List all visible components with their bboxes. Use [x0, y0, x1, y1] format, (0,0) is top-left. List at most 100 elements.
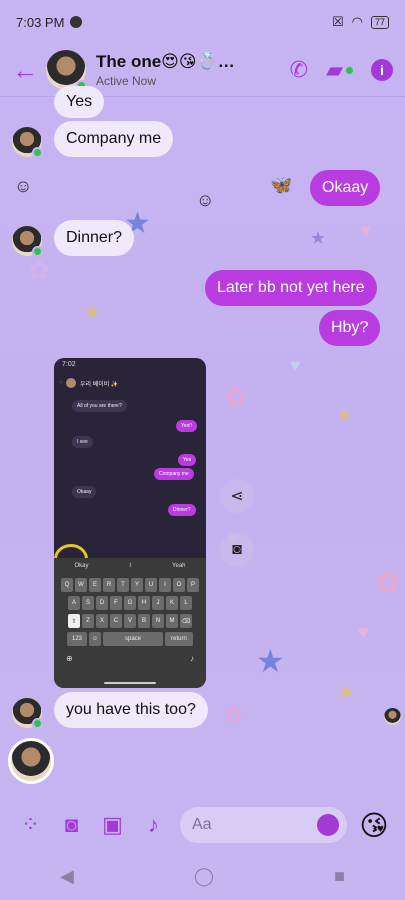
shared-screenshot-image[interactable]: 7:02 ‹ 우리 베이비 ✨ All of you are there? Ye…: [54, 358, 206, 688]
mini-message: All of you are there?: [72, 400, 127, 412]
contact-avatar[interactable]: [46, 50, 87, 91]
online-indicator: [32, 718, 43, 729]
star-sticker: ★: [310, 228, 327, 248]
chat-head-avatar[interactable]: [8, 738, 54, 784]
mini-key: W: [75, 578, 87, 592]
mini-key: I: [159, 578, 171, 592]
mini-key: E: [89, 578, 101, 592]
mini-key: U: [145, 578, 157, 592]
message-text: Company me: [66, 130, 162, 147]
message-bubble-incoming[interactable]: Company me: [54, 121, 174, 157]
active-status: Active Now: [96, 74, 157, 88]
smiley-sticker: ☺: [196, 190, 215, 210]
mini-key: J: [152, 596, 164, 610]
mini-key: X: [96, 614, 108, 628]
mini-backspace-key: ⌫: [180, 614, 192, 628]
mini-home-indicator: [104, 682, 156, 684]
gallery-icon[interactable]: ▣: [92, 812, 133, 838]
message-text: Yes: [66, 93, 93, 110]
status-time: 7:03 PM: [16, 14, 65, 30]
mini-key: G: [124, 596, 136, 610]
mini-dictation-icon: ♪: [190, 654, 194, 663]
back-arrow-icon[interactable]: ←: [12, 55, 46, 86]
mini-key-row-3: ⇧ Z X C V B N M ⌫: [54, 614, 206, 628]
camera-icon[interactable]: ◙: [220, 533, 254, 567]
back-nav-icon[interactable]: ◀: [60, 866, 74, 887]
message-bubble-incoming[interactable]: Dinner?: [54, 220, 135, 256]
camera-icon[interactable]: ◙: [51, 812, 92, 838]
sender-avatar[interactable]: [12, 226, 43, 257]
mini-key: C: [110, 614, 122, 628]
mini-key: K: [166, 596, 178, 610]
share-icon[interactable]: ⋖: [220, 479, 254, 513]
wifi-icon: ◠: [351, 14, 363, 29]
mini-key: Z: [82, 614, 94, 628]
mini-key: V: [124, 614, 136, 628]
mini-contact-name: 우리 베이비 ✨: [80, 381, 119, 388]
mini-key: T: [117, 578, 129, 592]
mini-key: R: [103, 578, 115, 592]
contact-info[interactable]: The one😍😘💍… Active Now: [96, 52, 272, 88]
star-sticker: ★: [256, 643, 285, 679]
message-bubble-outgoing[interactable]: Later bb not yet here: [205, 270, 377, 306]
mini-avatar: [66, 378, 76, 388]
mini-key-row-4: 123 ☺ space return: [54, 632, 206, 646]
mini-suggestion: I: [129, 563, 132, 569]
mini-key: P: [187, 578, 199, 592]
mini-message: Yes!!: [176, 420, 197, 432]
microphone-icon[interactable]: ♪: [133, 812, 174, 838]
mini-message: Company me: [154, 468, 194, 480]
emoji-picker-icon[interactable]: [317, 814, 339, 836]
contact-name: The one😍😘💍…: [96, 52, 235, 71]
message-bubble-outgoing[interactable]: Hby?: [319, 310, 381, 346]
battery-icon: 77: [370, 15, 389, 29]
apps-icon[interactable]: ⁘: [10, 812, 51, 838]
mini-suggestion: Okay: [74, 563, 89, 569]
sender-avatar[interactable]: [12, 698, 43, 729]
sender-avatar[interactable]: [12, 127, 43, 158]
mini-key: S: [82, 596, 94, 610]
message-bubble-incoming[interactable]: Yes: [54, 86, 105, 118]
message-text: Later bb not yet here: [217, 279, 365, 296]
online-indicator: [32, 147, 43, 158]
message-bubble-incoming[interactable]: you have this too?: [54, 692, 208, 728]
mini-key: L: [180, 596, 192, 610]
mini-space-key: space: [103, 632, 163, 646]
video-call-icon[interactable]: ▰: [326, 57, 353, 83]
mini-shift-key: ⇧: [68, 614, 80, 628]
message-input-placeholder: Aa: [192, 816, 212, 833]
mini-key: Y: [131, 578, 143, 592]
message-input[interactable]: Aa: [180, 807, 347, 843]
mini-globe-icon: ⊕: [66, 654, 73, 663]
phone-call-icon[interactable]: ✆: [290, 57, 308, 83]
heart-sticker: ♥: [360, 220, 371, 240]
mini-key: N: [152, 614, 164, 628]
home-nav-icon[interactable]: ◯: [194, 866, 214, 887]
message-text: Okaay: [322, 179, 369, 196]
quick-reaction-emoji-icon[interactable]: 😘: [353, 809, 395, 842]
flower-sticker: ✿: [224, 381, 248, 412]
mini-key: Q: [61, 578, 73, 592]
message-composer: ⁘ ◙ ▣ ♪ Aa 😘: [0, 800, 405, 850]
mini-key: A: [68, 596, 80, 610]
mini-key-row-1: Q W E R T Y U I O P: [54, 578, 206, 592]
mini-message: Dinner?: [168, 504, 196, 516]
star-sticker: ★: [336, 405, 353, 425]
mini-status-bar: 7:02: [54, 358, 206, 372]
butterfly-sticker: 🦋: [270, 175, 293, 195]
online-indicator: [32, 246, 43, 257]
recents-nav-icon[interactable]: ■: [334, 866, 345, 887]
message-text: Hby?: [331, 319, 369, 336]
heart-sticker: ♥: [290, 355, 301, 375]
mini-back-icon: ‹: [60, 380, 62, 386]
mini-time: 7:02: [62, 361, 76, 368]
message-bubble-outgoing[interactable]: Okaay: [310, 170, 381, 206]
mini-key: O: [173, 578, 185, 592]
message-text: you have this too?: [66, 701, 196, 718]
mini-key-row-2: A S D F G H J K L: [54, 596, 206, 610]
heart-sticker: ♥: [358, 622, 369, 642]
mini-key: D: [96, 596, 108, 610]
info-icon[interactable]: i: [371, 59, 393, 81]
mini-emoji-key: ☺: [89, 632, 101, 646]
mini-123-key: 123: [67, 632, 87, 646]
